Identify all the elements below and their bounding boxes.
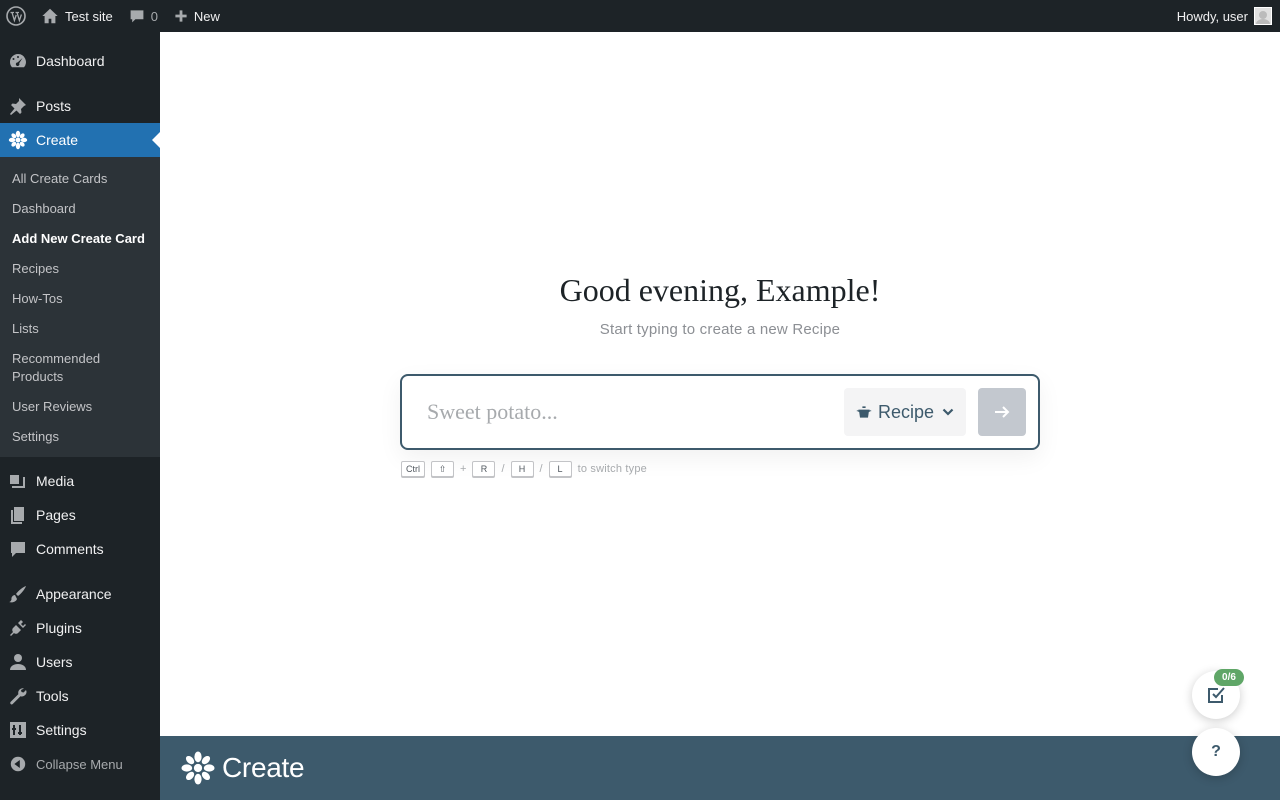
sidebar-item-tools[interactable]: Tools <box>0 679 160 713</box>
checklist-icon <box>1208 687 1225 703</box>
kbd-shift: ⇧ <box>431 461 454 477</box>
admin-bar: Test site 0 New Howdy, user <box>0 0 1280 32</box>
settings-sliders-icon <box>8 720 28 740</box>
plugin-icon <box>8 618 28 638</box>
main-content: Good evening, Example! Start typing to c… <box>160 32 1280 736</box>
sidebar-item-label: Pages <box>36 507 76 523</box>
comments-count: 0 <box>150 8 158 24</box>
sidebar-item-label: Comments <box>36 541 104 557</box>
help-button[interactable]: ? <box>1192 728 1240 776</box>
submenu-item-add-new-create-card[interactable]: Add New Create Card <box>0 224 160 254</box>
wordpress-icon <box>6 6 26 26</box>
collapse-arrow-icon <box>8 754 28 774</box>
cooking-pot-icon <box>856 406 872 418</box>
sidebar-item-label: Plugins <box>36 620 82 636</box>
sidebar-item-label: Media <box>36 473 75 489</box>
kbd-r: R <box>472 461 496 477</box>
sidebar-item-label: Posts <box>36 98 72 114</box>
hint-plus: + <box>460 463 467 475</box>
hint-slash: / <box>501 463 505 475</box>
paintbrush-icon <box>8 584 28 604</box>
arrow-right-icon <box>995 406 1010 418</box>
create-footer: Create <box>160 736 1280 800</box>
create-logo-text: Create <box>222 752 305 783</box>
sidebar-item-plugins[interactable]: Plugins <box>0 611 160 645</box>
sidebar-item-label: Tools <box>36 688 69 704</box>
create-submenu: All Create Cards Dashboard Add New Creat… <box>0 157 160 457</box>
sidebar-item-pages[interactable]: Pages <box>0 498 160 532</box>
hint-text: to switch type <box>577 463 648 475</box>
card-type-select[interactable]: Recipe <box>843 388 966 436</box>
sidebar-item-label: Users <box>36 654 73 670</box>
page-subtitle: Start typing to create a new Recipe <box>599 321 841 338</box>
plus-icon <box>175 10 187 22</box>
card-title-input[interactable] <box>402 382 844 442</box>
collapse-menu-label: Collapse Menu <box>36 756 123 772</box>
sidebar-item-label: Dashboard <box>36 53 105 69</box>
sidebar-item-label: Create <box>36 132 79 148</box>
media-icon <box>8 471 28 491</box>
sidebar-item-media[interactable]: Media <box>0 464 160 498</box>
sidebar-item-posts[interactable]: Posts <box>0 89 160 123</box>
submenu-item-all-create-cards[interactable]: All Create Cards <box>0 164 160 194</box>
avatar <box>1254 7 1272 25</box>
submenu-item-dashboard[interactable]: Dashboard <box>0 194 160 224</box>
collapse-menu-button[interactable]: Collapse Menu <box>0 747 160 781</box>
submenu-item-lists[interactable]: Lists <box>0 314 160 344</box>
site-name-link[interactable]: Test site <box>33 0 121 32</box>
comments-link[interactable]: 0 <box>121 0 166 32</box>
submenu-item-recipes[interactable]: Recipes <box>0 254 160 284</box>
user-icon <box>8 652 28 672</box>
kbd-h: H <box>510 461 534 477</box>
page-greeting: Good evening, Example! <box>559 272 881 308</box>
comment-icon <box>130 10 144 23</box>
kbd-ctrl: Ctrl <box>401 461 425 477</box>
submenu-item-recommended-products[interactable]: Recommended Products <box>0 344 160 392</box>
submenu-item-settings[interactable]: Settings <box>0 422 160 452</box>
pages-icon <box>8 505 28 525</box>
sidebar-item-create[interactable]: Create <box>0 123 160 157</box>
comments-icon <box>8 539 28 559</box>
card-type-label: Recipe <box>877 401 934 422</box>
site-name-label: Test site <box>65 8 113 24</box>
sidebar-item-settings[interactable]: Settings <box>0 713 160 747</box>
chevron-down-icon <box>942 408 954 416</box>
create-logo-icon <box>181 751 215 785</box>
dashboard-icon <box>8 51 28 71</box>
account-menu[interactable]: Howdy, user <box>1169 0 1280 32</box>
create-submit-button[interactable] <box>978 388 1026 436</box>
sidebar-item-label: Appearance <box>36 586 112 602</box>
keyboard-hint: Ctrl ⇧ + R / H / L to switch type <box>401 461 647 477</box>
new-label: New <box>193 8 220 24</box>
sidebar-item-label: Settings <box>36 722 87 738</box>
submenu-item-how-tos[interactable]: How-Tos <box>0 284 160 314</box>
sidebar-item-users[interactable]: Users <box>0 645 160 679</box>
pin-icon <box>8 96 28 116</box>
create-card-box: Recipe <box>400 374 1040 450</box>
admin-sidebar: Dashboard Posts Create All Create Cards … <box>0 32 160 800</box>
hint-slash: / <box>539 463 543 475</box>
wordpress-logo-button[interactable] <box>0 0 33 32</box>
flower-icon <box>8 130 28 150</box>
submenu-item-user-reviews[interactable]: User Reviews <box>0 392 160 422</box>
new-content-link[interactable]: New <box>166 0 228 32</box>
wrench-icon <box>8 686 28 706</box>
checklist-progress-badge: 0/6 <box>1214 669 1244 686</box>
howdy-label: Howdy, user <box>1176 8 1248 24</box>
kbd-l: L <box>548 461 572 477</box>
home-icon <box>42 8 58 24</box>
sidebar-item-appearance[interactable]: Appearance <box>0 577 160 611</box>
sidebar-item-comments[interactable]: Comments <box>0 532 160 566</box>
sidebar-item-dashboard[interactable]: Dashboard <box>0 44 160 78</box>
